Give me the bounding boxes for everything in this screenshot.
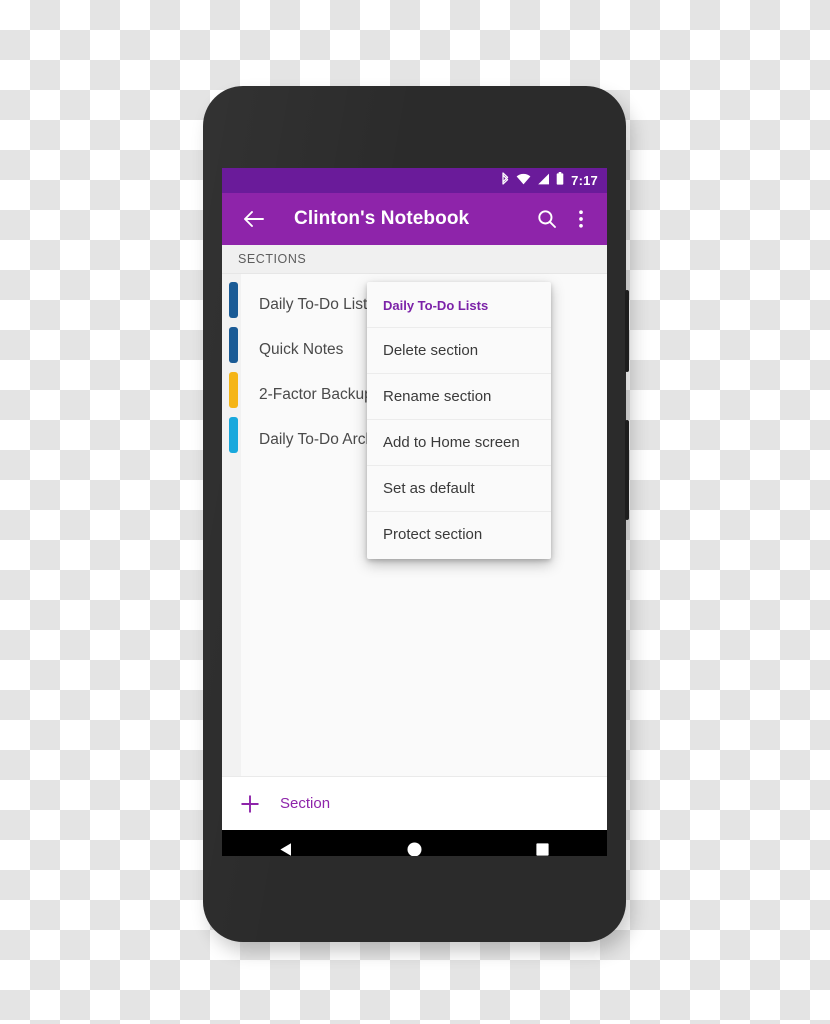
context-menu-title: Daily To-Do Lists (383, 298, 489, 313)
cell-signal-icon (537, 172, 550, 190)
sections-header: SECTIONS (222, 245, 607, 274)
search-icon[interactable] (530, 202, 564, 236)
section-color-gutter (222, 274, 241, 776)
context-menu-item[interactable]: Set as default (367, 465, 551, 511)
sections-content-area: Daily To-Do Lists Quick Notes 2-Factor Bac… (222, 274, 607, 776)
context-menu-item[interactable]: Add to Home screen (367, 419, 551, 465)
page-title: Clinton's Notebook (294, 208, 470, 229)
status-bar-clock: 7:17 (571, 173, 598, 188)
sections-list: Daily To-Do Lists Quick Notes 2-Factor Bac… (241, 274, 607, 776)
add-section-button[interactable]: Section (222, 776, 607, 830)
nav-recents-square-icon[interactable] (523, 830, 563, 856)
back-arrow-icon[interactable] (236, 202, 270, 236)
sections-header-label: SECTIONS (238, 252, 307, 266)
battery-icon (556, 171, 564, 190)
section-context-menu: Daily To-Do Lists Delete section Rename s… (367, 282, 551, 559)
context-menu-item[interactable]: Delete section (367, 327, 551, 373)
power-button[interactable] (625, 290, 629, 372)
section-color-bar (229, 327, 238, 363)
wifi-icon (516, 172, 531, 190)
volume-button[interactable] (625, 420, 629, 520)
context-menu-item[interactable]: Protect section (367, 511, 551, 557)
app-toolbar: Clinton's Notebook (222, 193, 607, 245)
plus-icon (238, 792, 262, 816)
context-menu-item[interactable]: Rename section (367, 373, 551, 419)
phone-screen: 7:17 Clinton's Notebook SECTIONS Daily T… (222, 168, 607, 856)
overflow-menu-icon[interactable] (564, 202, 598, 236)
section-color-bar (229, 417, 238, 453)
nav-home-circle-icon[interactable] (394, 830, 434, 856)
phone-device-frame: 7:17 Clinton's Notebook SECTIONS Daily T… (203, 86, 629, 942)
nav-back-triangle-icon[interactable] (266, 830, 306, 856)
add-section-label: Section (280, 795, 331, 812)
status-bar: 7:17 (222, 168, 607, 193)
page-canvas: 7:17 Clinton's Notebook SECTIONS Daily T… (0, 0, 830, 1024)
section-color-bar (229, 372, 238, 408)
section-color-bar (229, 282, 238, 318)
bluetooth-icon (501, 171, 510, 190)
android-navigation-bar (222, 830, 607, 856)
